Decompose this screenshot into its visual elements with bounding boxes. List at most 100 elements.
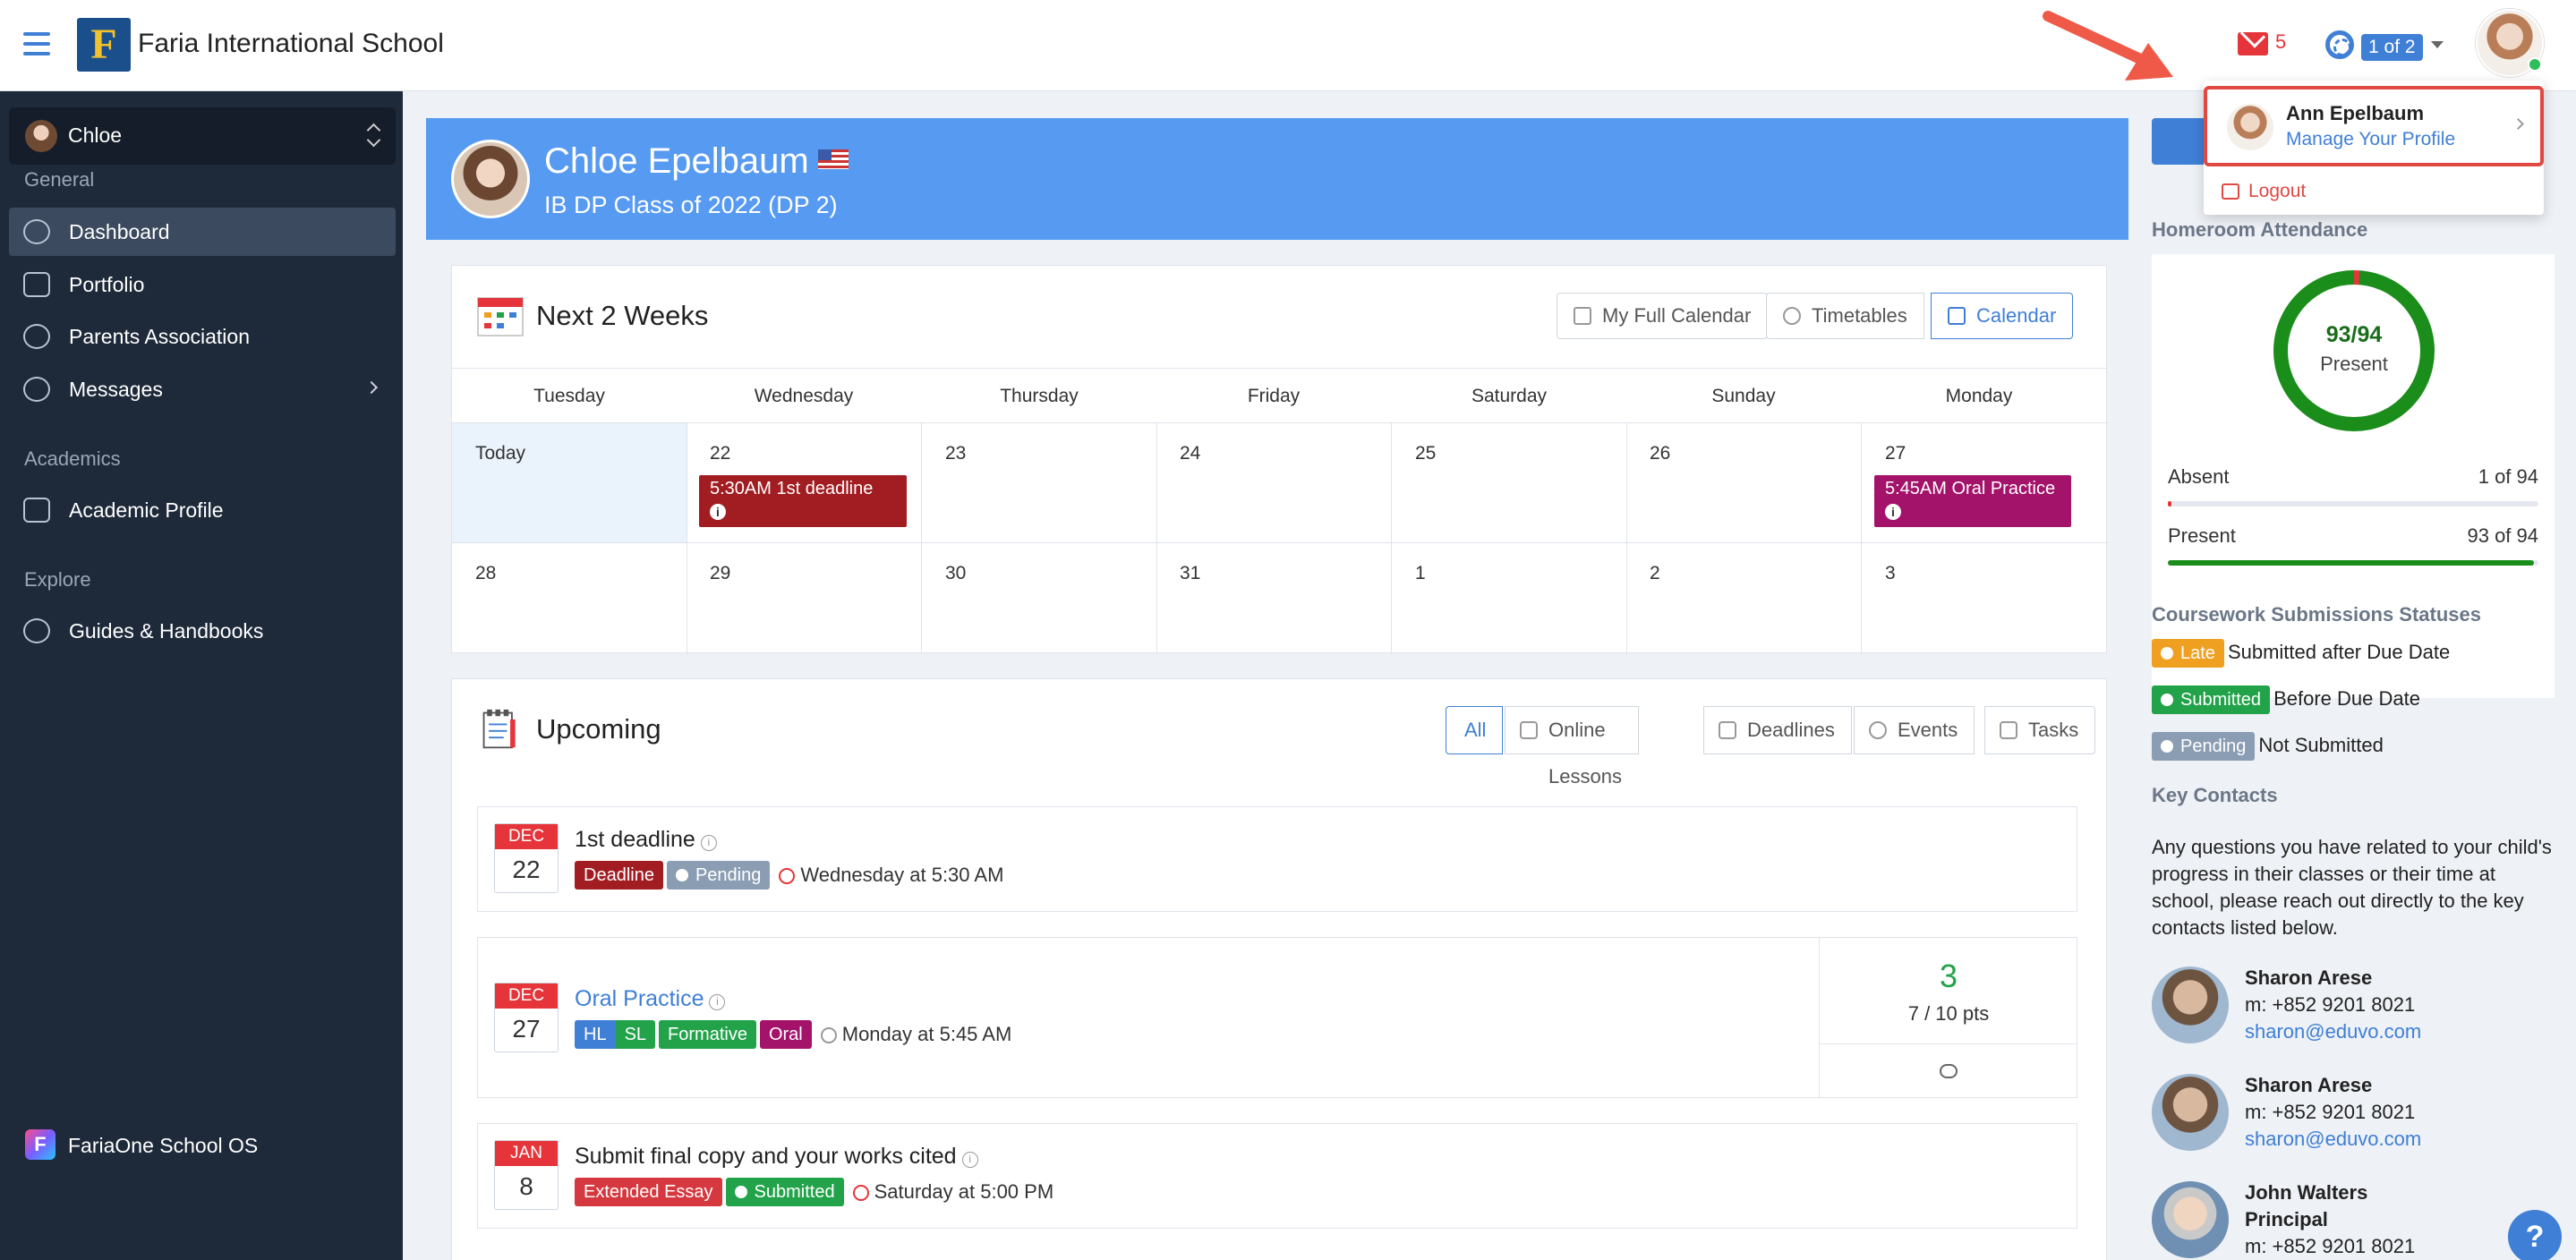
calendar-event-deadline[interactable]: 5:30AM 1st deadline i	[699, 475, 907, 527]
logout-item[interactable]: Logout	[2222, 181, 2306, 202]
calendar-day[interactable]: 1	[1392, 543, 1627, 654]
online-status-dot	[2528, 57, 2542, 72]
fariaone-logo[interactable]: F	[25, 1129, 55, 1160]
document-icon	[23, 498, 50, 523]
calendar-day[interactable]: 29	[687, 543, 922, 654]
calendar-day[interactable]: 22 5:30AM 1st deadline i	[687, 423, 922, 543]
tab-online-lessons[interactable]: Online Lessons	[1505, 706, 1639, 788]
absent-label: Absent	[2168, 465, 2230, 488]
fariaone-link[interactable]: FariaOne School OS	[68, 1134, 258, 1158]
tab-label: Events	[1898, 719, 1958, 741]
student-header: Chloe Epelbaum IB DP Class of 2022 (DP 2…	[426, 118, 2128, 240]
comments-button[interactable]	[1820, 1043, 2077, 1097]
sitemap-icon	[23, 618, 50, 643]
info-icon[interactable]: i	[710, 504, 726, 520]
tab-events[interactable]: Events	[1854, 706, 1975, 754]
alarm-icon	[852, 1185, 869, 1201]
sidebar-item-academic-profile[interactable]: Academic Profile	[9, 486, 396, 534]
menu-icon[interactable]	[23, 32, 50, 55]
sidebar-item-portfolio[interactable]: Portfolio	[9, 260, 396, 309]
mail-icon[interactable]	[2238, 32, 2268, 55]
calendar-icon	[1574, 307, 1591, 325]
upcoming-item[interactable]: DEC 22 1st deadline i Deadline Pending Wedn…	[477, 806, 2077, 912]
tab-tasks[interactable]: Tasks	[1984, 706, 2096, 754]
sidebar-item-guides-handbooks[interactable]: Guides & Handbooks	[9, 607, 396, 655]
student-selector[interactable]: Chloe	[9, 107, 396, 165]
calendar-button[interactable]: Calendar	[1931, 293, 2074, 339]
section-general: General	[24, 168, 95, 191]
calendar-day[interactable]: 23	[922, 423, 1157, 543]
my-full-calendar-button[interactable]: My Full Calendar	[1557, 293, 1769, 339]
logout-icon	[2222, 183, 2239, 200]
comment-icon	[1940, 1064, 1958, 1078]
profile-name: Ann Epelbaum	[2286, 102, 2425, 124]
sidebar-item-parents-association[interactable]: Parents Association	[9, 312, 396, 361]
weekday-label: Saturday	[1471, 386, 1548, 406]
sidebar-item-dashboard[interactable]: Dashboard	[9, 208, 396, 256]
info-icon[interactable]: i	[709, 994, 726, 1010]
contact-card: Sharon Arese m: +852 9201 8021 sharon@ed…	[2152, 966, 2555, 1065]
manage-profile-link[interactable]: Manage Your Profile	[2286, 129, 2455, 150]
event-label: 5:45AM Oral Practice	[1885, 479, 2056, 498]
info-icon[interactable]: i	[1885, 504, 1901, 520]
calendar-day[interactable]: 24	[1156, 423, 1392, 543]
tab-all[interactable]: All	[1446, 706, 1504, 754]
score-panel: 3 7 / 10 pts	[1819, 938, 2077, 1097]
presentation-icon	[1520, 721, 1538, 739]
section-explore: Explore	[24, 568, 91, 591]
calendar-event-oral[interactable]: 5:45AM Oral Practice i	[1874, 475, 2071, 527]
tab-deadlines[interactable]: Deadlines	[1703, 706, 1852, 754]
school-logo[interactable]: F	[77, 18, 131, 72]
status-legend-pending: Pending Not Submitted	[2152, 732, 2384, 761]
absent-value: 1 of 94	[2478, 465, 2538, 488]
submitted-badge: Submitted	[2152, 685, 2271, 714]
child-pager[interactable]: 1 of 2	[2361, 34, 2423, 61]
chevron-down-icon[interactable]	[2431, 41, 2444, 48]
item-title-link[interactable]: Oral Practice i	[575, 986, 726, 1012]
calendar-day[interactable]: 25	[1392, 423, 1627, 543]
mail-count[interactable]: 5	[2275, 30, 2286, 54]
upcoming-item[interactable]: JAN 8 Submit final copy and your works c…	[477, 1123, 2077, 1229]
calendar-day[interactable]: 2	[1626, 543, 1862, 654]
info-icon[interactable]: i	[700, 835, 717, 851]
pending-badge: Pending	[666, 861, 771, 890]
upcoming-title: Upcoming	[536, 713, 661, 745]
lifebuoy-icon[interactable]	[2325, 30, 2354, 59]
calendar-day[interactable]: Today	[452, 423, 687, 543]
item-when: Monday at 5:45 AM	[820, 1023, 1011, 1046]
contact-email[interactable]: sharon@eduvo.com	[2245, 1020, 2421, 1043]
upcoming-item[interactable]: DEC 27 Oral Practice i HL SL Formative Oral M…	[477, 937, 2077, 1098]
item-title-text[interactable]: Oral Practice	[575, 986, 704, 1011]
contact-name: John Walters	[2245, 1181, 2368, 1204]
calendar-day[interactable]: 28	[452, 543, 687, 654]
timetables-button[interactable]: Timetables	[1766, 293, 1924, 339]
school-name[interactable]: Faria International School	[138, 29, 444, 59]
task-icon	[2000, 721, 2017, 739]
calendar-day[interactable]: 30	[922, 543, 1157, 654]
calendar-title: Next 2 Weeks	[536, 300, 709, 331]
calendar-weekdays: Tuesday Wednesday Thursday Friday Saturd…	[452, 368, 2108, 423]
help-button[interactable]: ?	[2508, 1210, 2562, 1260]
sort-icon	[367, 122, 380, 149]
calendar-day[interactable]: 26	[1626, 423, 1862, 543]
day-number: 26	[1650, 443, 1671, 464]
calendar-day[interactable]: 3	[1862, 543, 2108, 654]
info-icon[interactable]: i	[961, 1152, 978, 1168]
manage-profile-item[interactable]: Ann Epelbaum Manage Your Profile	[2204, 86, 2544, 166]
item-when: Wednesday at 5:30 AM	[779, 864, 1003, 887]
day-number: 30	[945, 563, 967, 583]
submitted-badge: Submitted	[725, 1178, 844, 1206]
late-badge: Late	[2152, 639, 2224, 668]
weekday-label: Thursday	[1000, 386, 1079, 406]
item-title[interactable]: 1st deadline i	[575, 827, 717, 853]
contact-email[interactable]: sharon@eduvo.com	[2245, 1128, 2421, 1151]
date-day: 22	[512, 856, 541, 883]
present-bar-fill	[2168, 560, 2535, 566]
sidebar-item-messages[interactable]: Messages	[9, 365, 396, 413]
logout-label: Logout	[2248, 181, 2307, 201]
calendar-day[interactable]: 31	[1156, 543, 1392, 654]
calendar-day[interactable]: 27 5:45AM Oral Practice i	[1862, 423, 2108, 543]
item-title[interactable]: Submit final copy and your works cited i	[575, 1144, 978, 1170]
statuses-title: Coursework Submissions Statuses	[2152, 603, 2481, 626]
contact-card: Sharon Arese m: +852 9201 8021 sharon@ed…	[2152, 1074, 2555, 1172]
